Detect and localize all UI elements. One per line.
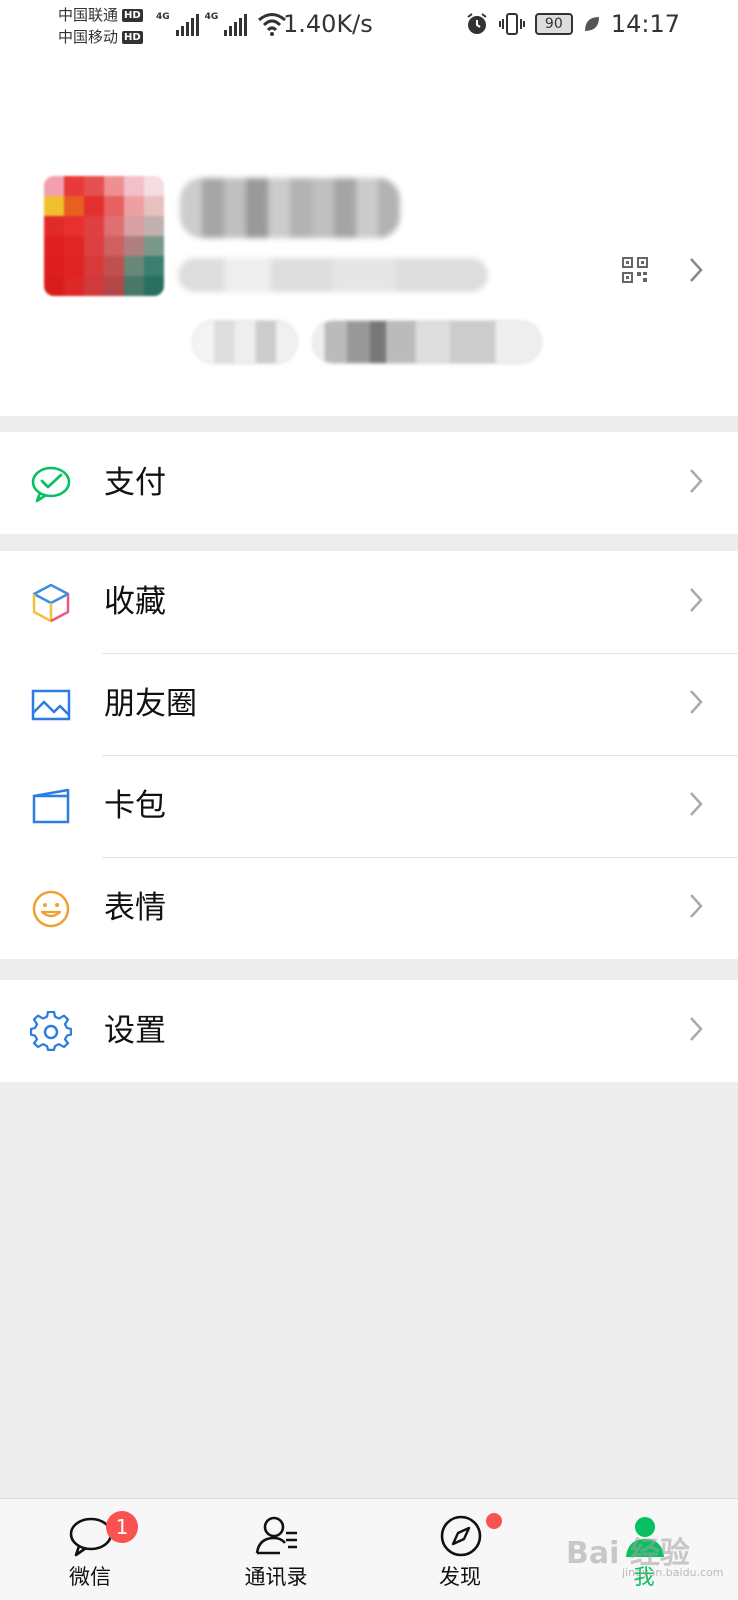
net-speed: 1.40K/s [283,10,373,38]
battery-icon: 90 [534,13,573,35]
image-icon [31,689,71,721]
menu-item-moments[interactable]: 朋友圈 [0,653,738,755]
wechat-me-page: 中国联通 HD 中国移动 HD 4G 4G 1.40K/s 90 14:17 支… [0,0,738,1600]
menu-item-label: 卡包 [104,788,166,824]
tab-chats[interactable]: 1 微信 [30,1499,150,1600]
hd-badge: HD [122,30,143,44]
smile-icon [32,890,70,928]
card-icon [32,788,70,824]
carrier-info: 中国联通 HD 中国移动 HD [58,4,143,48]
profile-header[interactable] [0,52,738,416]
menu-item-label: 设置 [104,1013,166,1049]
chevron-right-icon [690,792,703,816]
menu-item-favorites[interactable]: 收藏 [0,551,738,653]
tab-label: 微信 [69,1565,111,1589]
tab-label: 通讯录 [244,1565,308,1589]
avatar[interactable] [44,176,164,296]
chevron-right-icon [690,469,703,493]
contacts-icon [255,1516,297,1555]
status-icons: 90 14:17 [465,10,680,38]
chevron-right-icon [690,690,703,714]
tab-label: 发现 [439,1565,481,1589]
menu-item-label: 表情 [104,890,166,926]
menu-item-label: 支付 [104,465,166,501]
menu-group-main: 收藏 朋友圈 卡包 表情 [0,551,738,959]
unread-badge: 1 [106,1511,138,1543]
menu-group-settings: 设置 [0,980,738,1082]
divider [102,653,738,654]
network-type: 4G [204,12,219,22]
menu-item-label: 收藏 [104,584,166,620]
menu-group-pay: 支付 [0,432,738,534]
status-pill[interactable] [192,320,298,364]
qr-code-icon[interactable] [622,257,648,283]
nickname-redacted [180,178,400,238]
chevron-right-icon [690,588,703,612]
divider [102,857,738,858]
vibrate-icon [498,13,525,35]
carrier-1: 中国联通 [58,6,119,24]
menu-item-label: 朋友圈 [104,686,197,722]
clock: 14:17 [610,10,680,38]
cube-icon [32,583,70,623]
gear-icon [30,1011,72,1051]
new-dot-indicator [486,1513,502,1529]
chevron-right-icon [690,894,703,918]
watermark-sub: jingyan.baidu.com [622,1566,724,1579]
carrier-2: 中国移动 [58,28,119,46]
menu-item-cards[interactable]: 卡包 [0,755,738,857]
menu-item-settings[interactable]: 设置 [0,980,738,1082]
tab-discover[interactable]: 发现 [400,1499,520,1600]
wechat-id-redacted [178,258,488,292]
compass-icon [440,1515,482,1557]
alarm-icon [467,13,487,34]
divider [102,755,738,756]
tab-contacts[interactable]: 通讯录 [216,1499,336,1600]
network-type: 4G [156,12,170,22]
leaf-icon [584,17,599,31]
chevron-right-icon[interactable] [688,256,704,284]
chevron-right-icon [690,1017,703,1041]
menu-item-stickers[interactable]: 表情 [0,857,738,959]
status-bar: 中国联通 HD 中国移动 HD 4G 4G 1.40K/s 90 14:17 [0,0,738,52]
hd-badge: HD [122,8,143,22]
status-pill[interactable] [312,320,542,364]
signal-icon: 4G 4G [156,12,287,36]
menu-item-pay[interactable]: 支付 [0,432,738,534]
wechat-pay-icon [31,466,71,503]
